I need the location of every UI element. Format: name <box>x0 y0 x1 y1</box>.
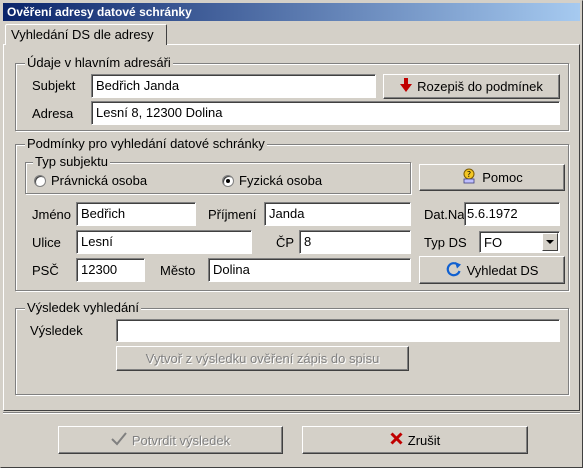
zip-field[interactable]: 12300 <box>76 258 145 282</box>
window-title: Ověření adresy datové schránky <box>3 3 580 21</box>
street-label: Ulice <box>32 235 61 250</box>
red-down-arrow-icon <box>400 78 413 95</box>
close-icon <box>390 432 403 448</box>
legal-entity-label[interactable]: Právnická osoba <box>51 173 147 189</box>
last-name-field[interactable]: Janda <box>264 202 411 226</box>
result-field[interactable] <box>116 319 560 342</box>
dob-label: Dat.Na <box>424 207 465 222</box>
help-label: Pomoc <box>482 170 523 185</box>
split-to-conditions-label: Rozepiš do podmínek <box>417 79 543 94</box>
address-field[interactable]: Lesní 8, 12300 Dolina <box>91 101 560 125</box>
main-address-legend: Údaje v hlavním adresáři <box>25 55 173 70</box>
first-name-label: Jméno <box>32 207 72 222</box>
footer-separator <box>3 412 580 414</box>
result-legend: Výsledek vyhledání <box>25 300 142 315</box>
create-record-label: Vytvoř z výsledku ověření zápis do spisu <box>145 351 380 366</box>
search-ds-label: Vyhledat DS <box>466 262 539 278</box>
result-label: Výsledek <box>30 323 83 338</box>
subject-label: Subjekt <box>32 78 76 93</box>
subject-type-legend: Typ subjektu <box>33 154 110 169</box>
svg-text:?: ? <box>467 170 471 179</box>
ds-type-value: FO <box>484 235 503 250</box>
ds-type-label: Typ DS <box>424 235 467 250</box>
dob-field[interactable]: 5.6.1972 <box>464 202 560 226</box>
subject-field[interactable]: Bedřich Janda <box>91 74 376 98</box>
confirm-result-button[interactable]: Potvrdit výsledek <box>58 426 283 454</box>
create-record-button[interactable]: Vytvoř z výsledku ověření zápis do spisu <box>116 346 409 371</box>
zip-label: PSČ <box>32 263 59 278</box>
cancel-button[interactable]: Zrušit <box>302 426 528 454</box>
split-to-conditions-button[interactable]: Rozepiš do podmínek <box>383 74 560 99</box>
street-field[interactable]: Lesní <box>76 230 252 254</box>
city-field[interactable]: Dolina <box>208 258 411 282</box>
help-icon: ? <box>461 168 477 187</box>
city-label: Město <box>160 263 196 278</box>
cp-label: ČP <box>276 235 295 250</box>
refresh-icon <box>446 261 462 280</box>
cancel-label: Zrušit <box>407 432 441 448</box>
confirm-result-label: Potvrdit výsledek <box>131 432 231 448</box>
last-name-label: Příjmení <box>208 207 257 222</box>
first-name-field[interactable]: Bedřich <box>76 202 196 226</box>
cp-field[interactable]: 8 <box>299 230 411 254</box>
dialog-window: Ověření adresy datové schránky Vyhledání… <box>0 0 583 468</box>
chevron-down-icon[interactable] <box>542 233 558 251</box>
tab-search-by-address[interactable]: Vyhledání DS dle adresy <box>5 24 167 45</box>
ds-type-select[interactable]: FO <box>479 231 560 253</box>
legal-entity-radio[interactable] <box>34 175 46 187</box>
search-ds-button[interactable]: Vyhledat DS <box>419 256 565 284</box>
help-button[interactable]: ? Pomoc <box>419 164 565 191</box>
search-conditions-legend: Podmínky pro vyhledání datové schránky <box>25 136 267 151</box>
address-label: Adresa <box>32 106 74 121</box>
natural-person-label[interactable]: Fyzická osoba <box>239 173 322 189</box>
natural-person-radio[interactable] <box>222 175 234 187</box>
checkmark-icon <box>111 431 127 449</box>
